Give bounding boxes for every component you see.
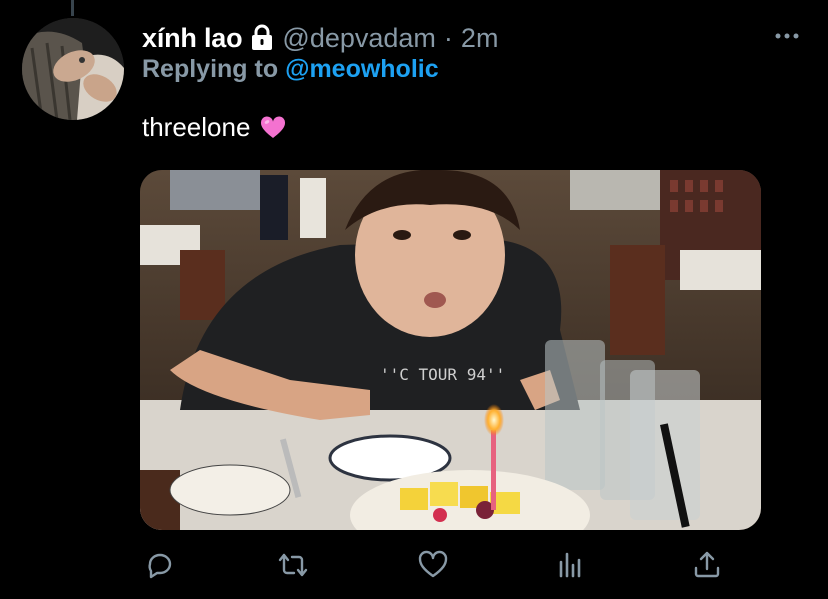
separator-dot: · [443,22,453,53]
timestamp[interactable]: 2m [461,23,499,54]
reply-icon [148,553,172,579]
replying-prefix: Replying to [142,55,279,83]
tweet-actions [140,545,740,585]
tweet-text: threelone [142,112,286,143]
retweet-button[interactable] [273,545,313,585]
tweet-header: xính lao @depvadam · 2m [142,20,498,56]
analytics-icon [559,552,581,578]
pink-heart-icon [260,115,286,141]
analytics-button[interactable] [550,545,590,585]
heart-icon [418,550,448,578]
thread-connector-line [71,0,74,16]
retweet-icon [278,553,308,577]
display-name[interactable]: xính lao [142,23,243,54]
lock-icon [248,24,276,52]
replying-to-user-link[interactable]: @meowholic [285,55,439,83]
user-handle[interactable]: @depvadam [282,23,436,54]
like-button[interactable] [413,545,453,585]
avatar[interactable] [22,18,124,120]
tweet-photo[interactable]: ''C TOUR 94'' [140,170,761,530]
svg-text:''C TOUR 94'': ''C TOUR 94'' [380,365,505,384]
reply-button[interactable] [140,545,180,585]
replying-to-line: Replying to @meowholic [142,55,439,84]
more-options-icon[interactable] [774,26,800,46]
tweet-text-content: threelone [142,112,251,142]
share-icon [694,551,720,578]
share-button[interactable] [687,545,727,585]
